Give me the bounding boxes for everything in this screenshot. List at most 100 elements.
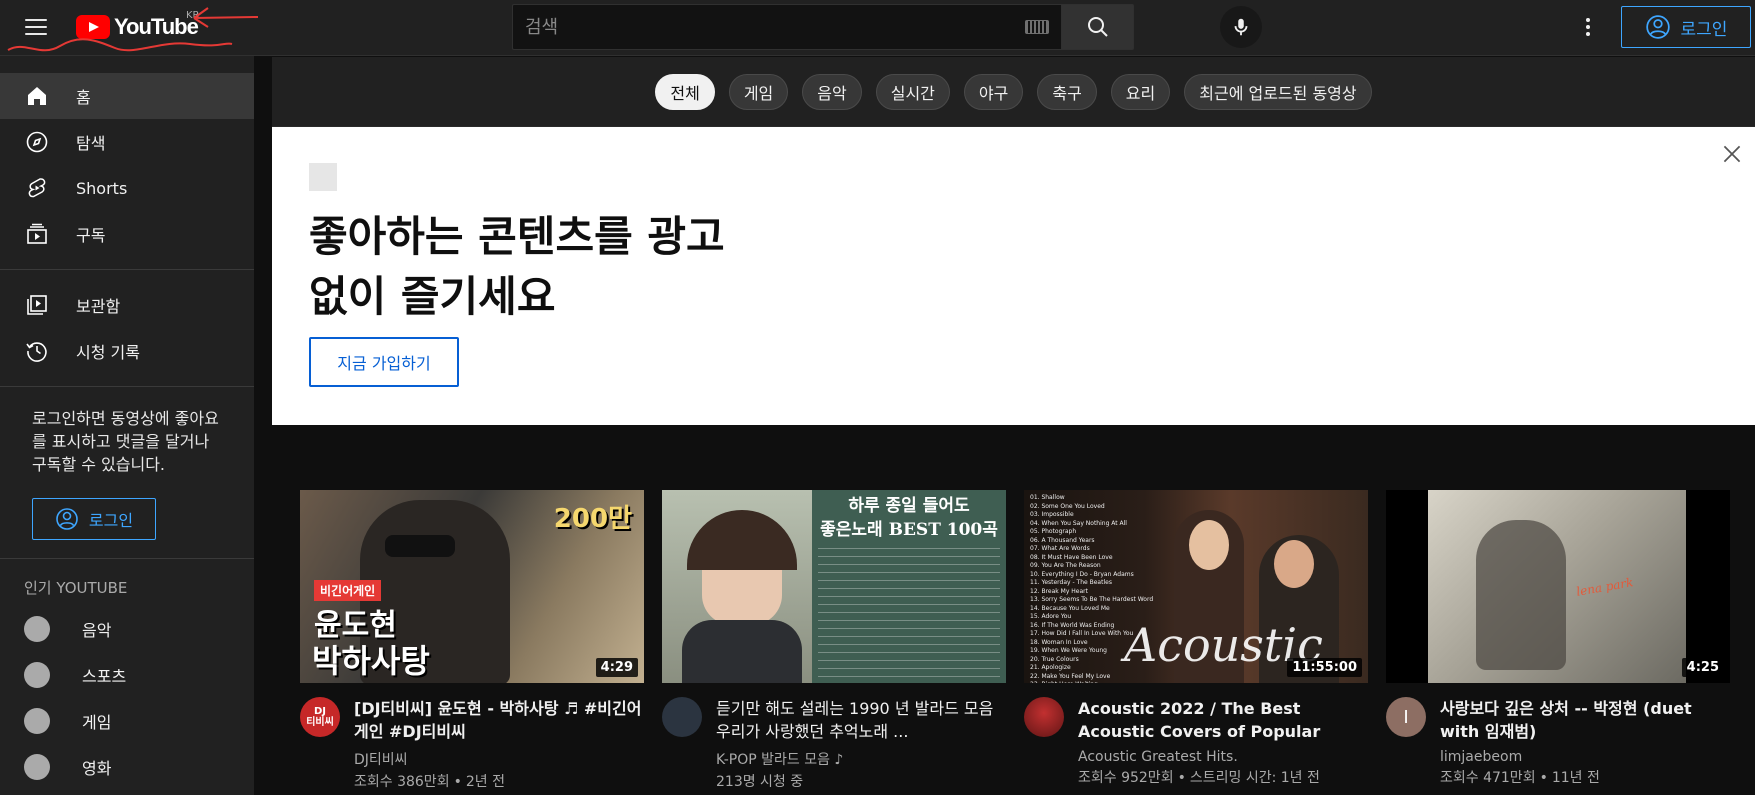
thumb-track-line: 14. Because You Loved Me: [1030, 604, 1110, 612]
view-count: 조회수 386만회: [354, 774, 450, 790]
search-field[interactable]: [512, 4, 1061, 50]
video-thumbnail[interactable]: lena park 4:25: [1386, 490, 1730, 683]
account-icon: [56, 508, 78, 530]
video-title[interactable]: Acoustic 2022 / The Best Acoustic Covers…: [1078, 697, 1368, 743]
top-bar: YouTube KR 로그인: [0, 0, 1755, 56]
history-icon: [24, 338, 50, 364]
channel-avatar[interactable]: [1024, 697, 1064, 737]
video-duration: 4:25: [1681, 658, 1724, 677]
face-shape: [1189, 520, 1229, 570]
subscriptions-icon: [24, 221, 50, 247]
sidebar-item-history[interactable]: 시청 기록: [0, 328, 254, 374]
channel-avatar[interactable]: I: [1386, 697, 1426, 737]
sidebar-item-home[interactable]: 홈: [0, 73, 254, 119]
chip-baseball[interactable]: 야구: [963, 73, 1024, 110]
video-thumbnail[interactable]: 200만 비긴어게인 윤도현 박하사탕 4:29: [300, 490, 644, 683]
channel-name[interactable]: DJ티비씨: [354, 749, 644, 769]
sidebar-item-label: Shorts: [76, 178, 128, 198]
close-icon[interactable]: [1719, 141, 1745, 167]
sidebar-item-subscriptions[interactable]: 구독: [0, 211, 254, 257]
avatar-letter: I: [1403, 706, 1409, 728]
video-thumbnail[interactable]: 하루 종일 들어도 좋은노래 BEST 100곡: [662, 490, 1006, 683]
video-title[interactable]: [DJ티비씨] 윤도현 - 박하사탕 ♬ #비긴어게인 #DJ티비씨: [354, 697, 644, 743]
chip-all[interactable]: 전체: [655, 73, 715, 110]
view-count: 조회수 471만회: [1440, 770, 1536, 786]
sidebar-item-shorts[interactable]: Shorts: [0, 165, 254, 211]
home-icon: [24, 83, 50, 109]
keyboard-icon[interactable]: [1025, 20, 1049, 34]
search-input[interactable]: [525, 16, 1025, 38]
channel-name[interactable]: K-POP 발라드 모음 ♪: [716, 749, 1006, 769]
video-duration: 11:55:00: [1287, 658, 1362, 677]
coat-shape: [682, 620, 802, 683]
tracklist-lines: [818, 548, 1000, 678]
chip-soccer[interactable]: 축구: [1037, 73, 1097, 110]
chip-recently-uploaded[interactable]: 최근에 업로드된 동영상: [1184, 73, 1372, 110]
video-stats: 조회수 386만회 • 2년 전: [354, 774, 505, 790]
sidebar-category-music[interactable]: 음악: [0, 606, 254, 652]
channel-avatar[interactable]: DJ 티비씨: [300, 697, 340, 737]
category-avatar: [24, 662, 50, 688]
sidebar-item-library[interactable]: 보관함: [0, 282, 254, 328]
video-card[interactable]: 200만 비긴어게인 윤도현 박하사탕 4:29 DJ 티비씨 [DJ티비씨] …: [300, 490, 644, 791]
video-meta: Acoustic 2022 / The Best Acoustic Covers…: [1024, 697, 1368, 787]
banner-headline: 좋아하는 콘텐츠를 광고 없이 즐기세요: [309, 207, 829, 327]
filter-chip-bar: 전체 게임 음악 실시간 야구 축구 요리 최근에 업로드된 동영상: [272, 57, 1755, 127]
video-card[interactable]: 01. Shallow 02. Some One You Loved 03. Imp…: [1024, 490, 1368, 791]
thumb-track-line: 02. Some One You Loved: [1030, 502, 1105, 510]
channel-avatar[interactable]: [662, 697, 702, 737]
category-avatar: [24, 616, 50, 642]
region-code: KR: [186, 10, 200, 21]
compass-icon: [24, 129, 50, 155]
thumb-track-line: 07. What Are Words: [1030, 545, 1090, 552]
thumb-track-line: 23. Right Here Waiting: [1030, 681, 1160, 683]
chip-live[interactable]: 실시간: [875, 73, 950, 110]
thumb-headline: 하루 종일 들어도 좋은노래 BEST 100곡: [812, 494, 1006, 542]
video-meta: DJ 티비씨 [DJ티비씨] 윤도현 - 박하사탕 ♬ #비긴어게인 #DJ티비…: [300, 697, 644, 791]
search-icon: [1087, 17, 1108, 37]
thumb-track-line: 09. You Are The Reason: [1030, 562, 1101, 569]
video-title[interactable]: 듣기만 해도 설레는 1990 년 발라드 모음 우리가 사랑했던 추억노래 .…: [716, 697, 1006, 743]
avatar-text: DJ 티비씨: [306, 706, 334, 728]
video-stats: 213명 시청 중: [716, 771, 1006, 791]
category-label: 음악: [82, 621, 112, 640]
chip-games[interactable]: 게임: [728, 73, 789, 110]
thumb-track-line: 04. When You Say Nothing At All: [1030, 519, 1127, 527]
search-button[interactable]: [1061, 4, 1134, 50]
signin-button-sidebar[interactable]: 로그인: [32, 498, 156, 540]
signup-now-button[interactable]: 지금 가입하기: [309, 337, 459, 387]
channel-name[interactable]: Acoustic Greatest Hits.: [1078, 749, 1368, 765]
signin-prompt-text: 로그인하면 동영상에 좋아요를 표시하고 댓글을 달거나 구독할 수 있습니다.: [32, 409, 219, 474]
signin-label: 로그인: [1680, 19, 1728, 40]
menu-icon[interactable]: [18, 12, 54, 42]
video-stats: 조회수 952만회 • 스트리밍 시간: 1년 전: [1078, 770, 1320, 786]
chip-cooking[interactable]: 요리: [1110, 73, 1171, 110]
video-card[interactable]: lena park 4:25 I 사랑보다 깊은 상처 -- 박정현 (duet…: [1386, 490, 1730, 791]
sidebar-category-sports[interactable]: 스포츠: [0, 652, 254, 698]
sidebar-category-movies[interactable]: 영화: [0, 744, 254, 790]
thumb-track-line: 06. A Thousand Years: [1030, 536, 1095, 544]
video-stats: 조회수 471만회 • 11년 전: [1440, 770, 1600, 786]
sidebar-item-label: 보관함: [76, 297, 121, 316]
video-meta: I 사랑보다 깊은 상처 -- 박정현 (duet with 임재범) limj…: [1386, 697, 1730, 787]
sidebar-divider: [0, 386, 254, 387]
youtube-logo[interactable]: YouTube KR: [76, 10, 200, 40]
sidebar-item-explore[interactable]: 탐색: [0, 119, 254, 165]
video-card[interactable]: 하루 종일 들어도 좋은노래 BEST 100곡 듣기만 해도 설레는 1990…: [662, 490, 1006, 791]
popular-heading: 인기 YOUTUBE: [24, 579, 128, 597]
thumb-track-line: 10. Everything I Do - Bryan Adams: [1030, 570, 1134, 578]
channel-name[interactable]: limjaebeom: [1440, 749, 1730, 765]
banner-logo-placeholder: [309, 163, 337, 191]
thumb-track-line: 12. Break My Heart: [1030, 587, 1088, 595]
category-label: 영화: [82, 759, 112, 778]
signin-button-header[interactable]: 로그인: [1621, 6, 1751, 48]
more-options-icon[interactable]: [1576, 14, 1600, 40]
thumb-track-line: 05. Photograph: [1030, 528, 1077, 535]
banner-headline-line2: 없이 즐기세요: [309, 272, 556, 321]
video-thumbnail[interactable]: 01. Shallow 02. Some One You Loved 03. Imp…: [1024, 490, 1368, 683]
video-title[interactable]: 사랑보다 깊은 상처 -- 박정현 (duet with 임재범): [1440, 697, 1730, 743]
chip-music[interactable]: 음악: [802, 73, 862, 110]
banner-headline-line1: 좋아하는 콘텐츠를 광고: [309, 212, 725, 261]
voice-search-button[interactable]: [1220, 6, 1262, 48]
sidebar-category-gaming[interactable]: 게임: [0, 698, 254, 744]
